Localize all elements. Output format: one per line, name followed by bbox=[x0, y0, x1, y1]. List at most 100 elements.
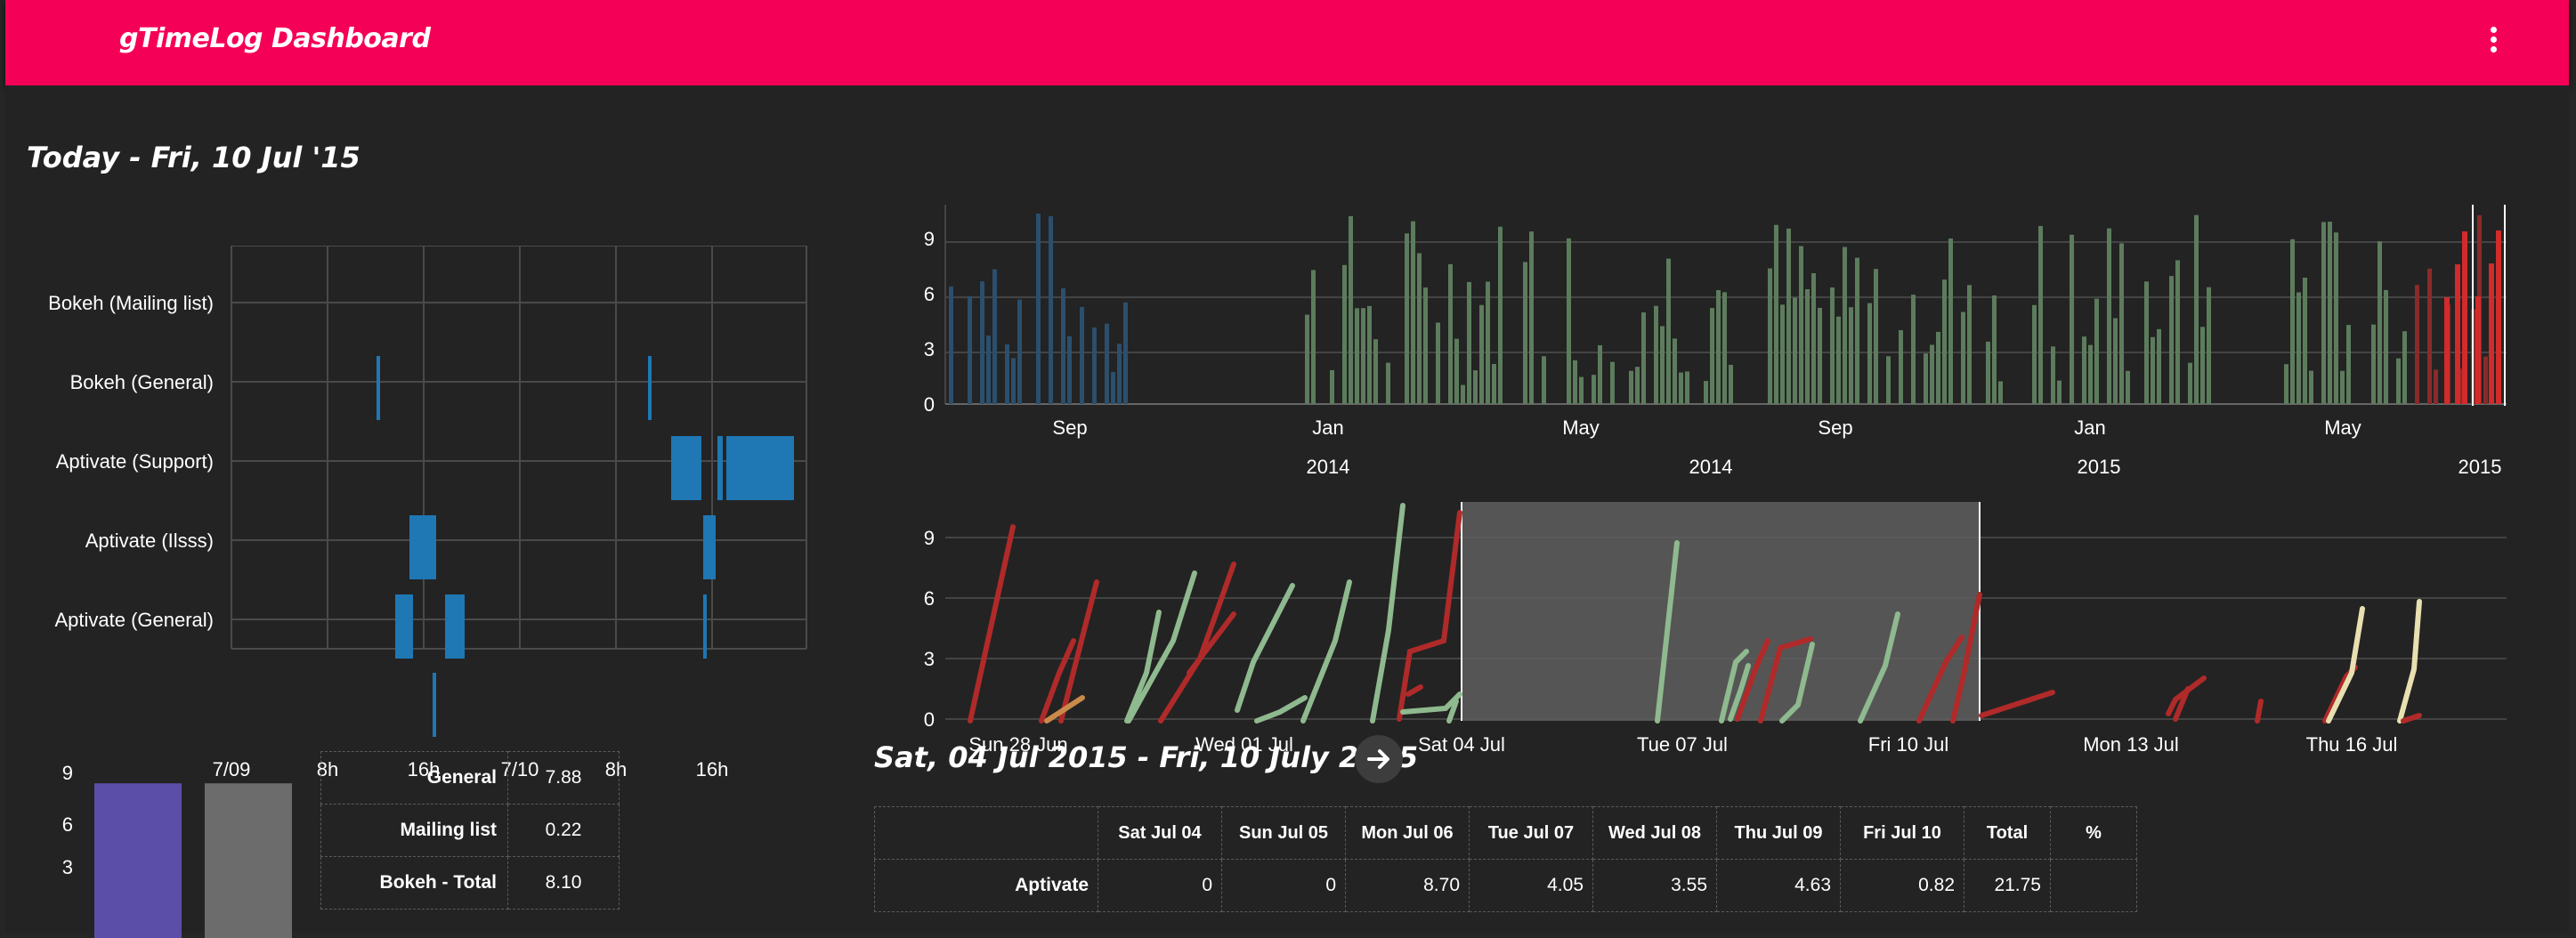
cumulative-line bbox=[1124, 610, 1162, 724]
activity-bar bbox=[1867, 303, 1872, 404]
activity-bar bbox=[1911, 295, 1916, 404]
activity-bar bbox=[1092, 327, 1097, 404]
task-bar bbox=[717, 436, 723, 500]
table-cell: 0.82 bbox=[1840, 859, 1964, 912]
activity-bar bbox=[2119, 243, 2124, 404]
activity-bar bbox=[2144, 281, 2149, 404]
app-title: gTimeLog Dashboard bbox=[119, 23, 431, 54]
summary-table: General 7.88 Mailing list 0.22 Bokeh - T… bbox=[320, 751, 620, 910]
activity-bar bbox=[2321, 222, 2326, 404]
x-tick-label: Tue 07 Jul bbox=[1637, 733, 1728, 756]
activity-bar bbox=[1986, 341, 1990, 404]
x-tick-label: Thu 16 Jul bbox=[2306, 733, 2398, 756]
activity-bar bbox=[1961, 311, 1965, 404]
selection-range[interactable] bbox=[1462, 502, 1980, 721]
cumulative-line bbox=[2401, 713, 2422, 724]
activity-bar bbox=[1436, 322, 1440, 404]
activity-bar bbox=[1610, 361, 1615, 404]
activity-bar bbox=[2378, 241, 2382, 404]
activity-bar bbox=[1948, 238, 1953, 404]
activity-bar bbox=[2082, 336, 2086, 404]
table-cell: 3.55 bbox=[1592, 859, 1717, 912]
y-tick-label: 6 bbox=[924, 283, 935, 305]
activity-bar bbox=[1716, 290, 1721, 404]
cumulative-line bbox=[1235, 583, 1295, 713]
activity-bar bbox=[2444, 297, 2450, 404]
activity-bar bbox=[1123, 302, 1128, 404]
table-row: Bokeh - Total 8.10 bbox=[320, 856, 620, 910]
task-bar bbox=[648, 356, 652, 420]
activity-bar bbox=[1673, 338, 1677, 404]
activity-bar bbox=[1936, 331, 1940, 404]
summary-bar-chart: 3 6 9 bbox=[62, 762, 292, 938]
x-tick-label: Fri 10 Jul bbox=[1868, 733, 1948, 756]
task-bar bbox=[445, 594, 465, 659]
cumulative-line bbox=[1397, 510, 1462, 722]
row-label: Bokeh - Total bbox=[320, 856, 508, 910]
activity-bar bbox=[1660, 326, 1665, 404]
activity-bar bbox=[2151, 336, 2155, 404]
activity-bar bbox=[1598, 344, 1602, 404]
activity-bar bbox=[968, 295, 972, 404]
row-label: Mailing list bbox=[320, 804, 508, 857]
cumulative-line bbox=[1126, 570, 1197, 724]
activity-bar bbox=[1641, 312, 1646, 404]
activity-bar bbox=[2194, 214, 2199, 404]
activity-bar bbox=[1836, 316, 1841, 404]
week-heading: Sat, 04 Jul 2015 - Fri, 10 July 2015 bbox=[874, 740, 1419, 774]
activity-bar bbox=[1967, 285, 1972, 404]
category-label: Bokeh (Mailing list) bbox=[48, 292, 214, 314]
activity-bar bbox=[2207, 287, 2211, 404]
activity-bar bbox=[2396, 358, 2401, 404]
row-label: Aptivate bbox=[874, 859, 1098, 912]
activity-bar bbox=[1924, 353, 1928, 404]
x-tick-label: Sat 04 Jul bbox=[1418, 733, 1505, 756]
cumulative-line bbox=[2397, 599, 2422, 724]
activity-bar bbox=[2175, 260, 2180, 404]
task-bar bbox=[433, 673, 436, 737]
activity-bar bbox=[1542, 356, 1546, 404]
row-value: 8.10 bbox=[507, 856, 620, 910]
activity-bar bbox=[1529, 231, 1534, 404]
category-label: Bokeh (General) bbox=[70, 371, 214, 393]
activity-bar bbox=[1355, 308, 1359, 404]
detail-chart[interactable]: 0 3 6 9 Sun 28 Jun Wed 01 Jul Sat 04 Jul… bbox=[895, 408, 2551, 764]
activity-bar bbox=[1679, 372, 1683, 404]
activity-bar bbox=[1011, 358, 1016, 404]
activity-bar bbox=[1774, 224, 1778, 404]
activity-bar bbox=[2290, 239, 2295, 404]
activity-bar bbox=[1629, 370, 1633, 404]
activity-bar bbox=[2157, 328, 2161, 404]
activity-bar bbox=[1635, 367, 1640, 404]
next-week-button[interactable] bbox=[1355, 735, 1403, 783]
more-vert-icon[interactable] bbox=[2489, 27, 2498, 59]
activity-bar bbox=[1654, 305, 1658, 404]
today-timeline-chart: Bokeh (Mailing list) Bokeh (General) Apt… bbox=[48, 246, 807, 780]
category-label: Aptivate (General) bbox=[54, 609, 214, 631]
column-header bbox=[874, 806, 1098, 860]
table-cell: 0 bbox=[1098, 859, 1222, 912]
activity-bar bbox=[1786, 228, 1791, 404]
activity-bar bbox=[1849, 307, 1853, 404]
activity-bar bbox=[2489, 263, 2494, 404]
x-tick-label: Mon 13 Jul bbox=[2083, 733, 2179, 756]
column-header: Sat Jul 04 bbox=[1098, 806, 1222, 860]
activity-bar bbox=[1780, 304, 1785, 404]
activity-bar bbox=[1005, 344, 1009, 404]
y-tick-label: 0 bbox=[924, 708, 935, 731]
activity-bar bbox=[986, 336, 991, 404]
y-tick-label: 9 bbox=[924, 228, 935, 250]
activity-bar bbox=[1886, 356, 1891, 404]
activity-bar bbox=[2334, 232, 2338, 404]
summary-bar bbox=[205, 783, 292, 938]
row-value: 0.22 bbox=[507, 804, 620, 857]
activity-bar bbox=[1722, 292, 1727, 404]
summary-bar bbox=[94, 783, 182, 938]
activity-bar bbox=[1061, 287, 1065, 404]
activity-bar bbox=[1998, 381, 2003, 404]
activity-bar bbox=[1067, 336, 1072, 404]
activity-bar bbox=[2371, 324, 2376, 404]
column-header: Total bbox=[1964, 806, 2051, 860]
activity-bar bbox=[1579, 376, 1584, 404]
activity-bar bbox=[1793, 297, 1797, 404]
